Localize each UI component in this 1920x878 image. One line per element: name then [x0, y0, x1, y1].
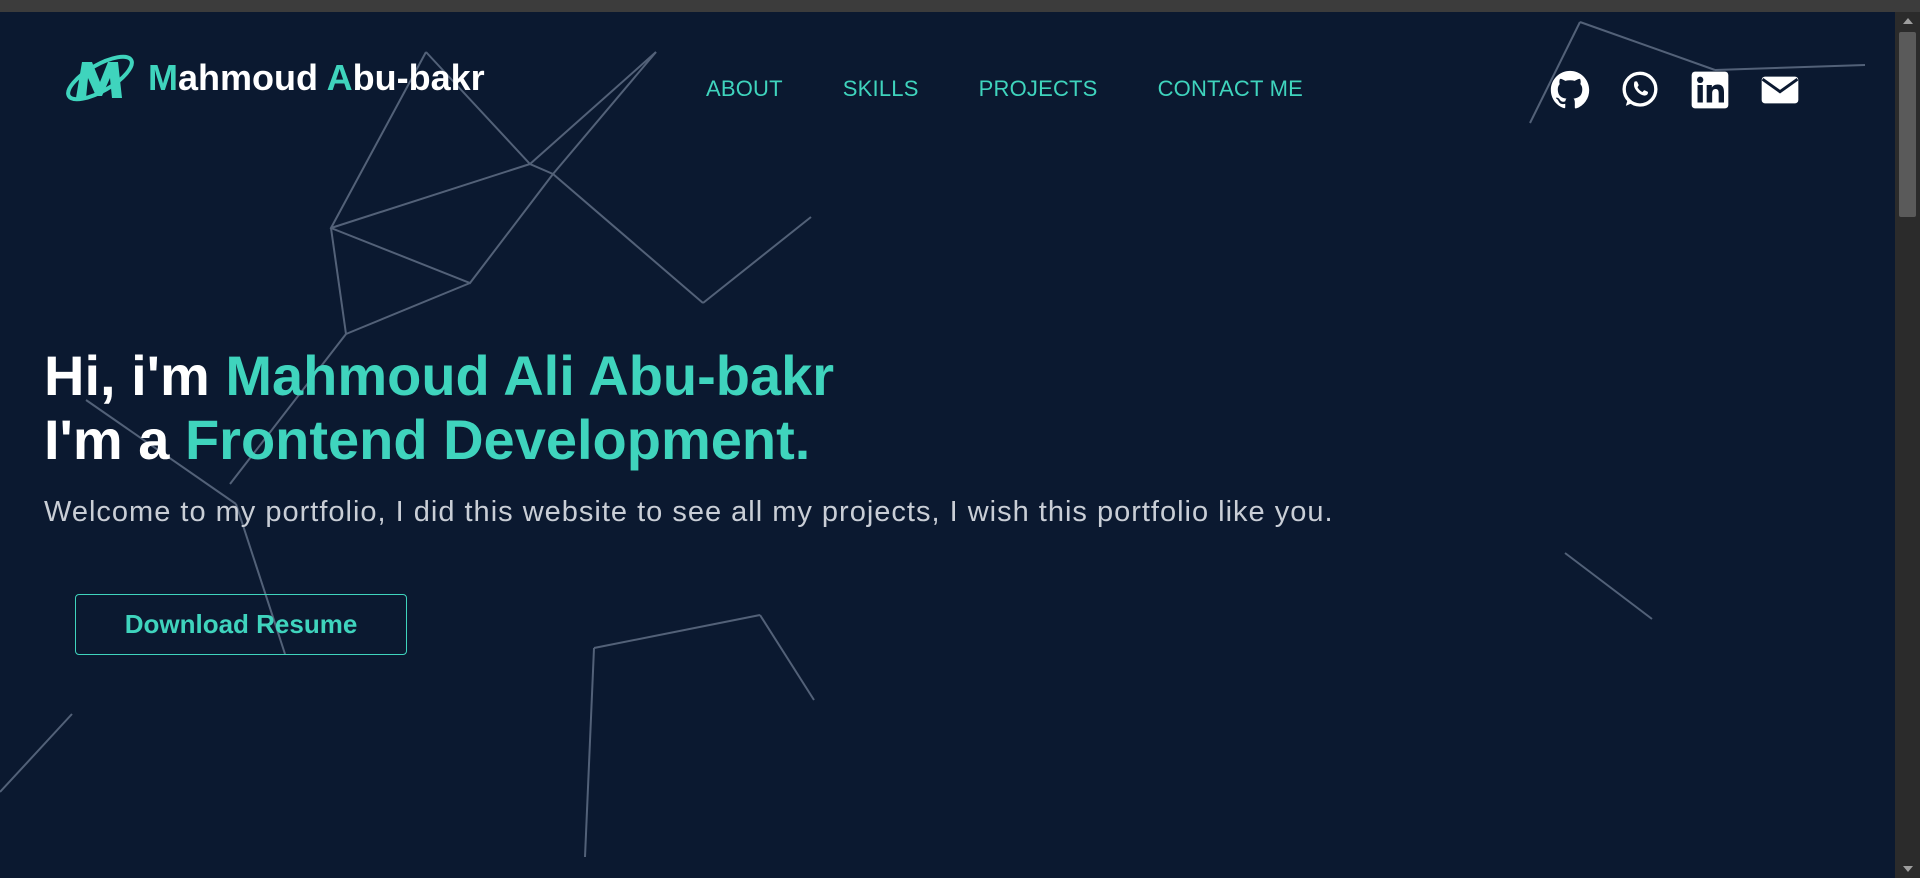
nav-contact-me[interactable]: CONTACT ME	[1158, 76, 1303, 102]
hero-subtitle: Welcome to my portfolio, I did this webs…	[44, 496, 1334, 528]
github-icon[interactable]	[1550, 70, 1590, 110]
logo-initial-first: M	[148, 57, 178, 98]
logo-last-rest: bu-bakr	[352, 57, 485, 98]
social-links	[1550, 70, 1800, 110]
scroll-up-arrow-icon[interactable]	[1903, 18, 1913, 24]
linkedin-icon[interactable]	[1690, 70, 1730, 110]
logo-m-icon	[66, 54, 134, 102]
hero-greeting: Hi, i'm	[44, 344, 226, 407]
hero-role: Frontend Development.	[184, 408, 811, 471]
hero-role-prefix: I'm a	[44, 408, 185, 471]
site-logo[interactable]: Mahmoud Abu-bakr	[62, 48, 485, 108]
logo-initial-last: A	[326, 57, 353, 98]
logo-first-rest: ahmoud	[178, 57, 327, 98]
hero-name: Mahmoud Ali Abu-bakr	[225, 344, 835, 407]
hero-heading: Hi, i'm Mahmoud Ali Abu-bakr I'm a Front…	[44, 344, 1334, 472]
page: Mahmoud Abu-bakr ABOUT SKILLS PROJECTS C…	[0, 12, 1895, 878]
whatsapp-icon[interactable]	[1620, 70, 1660, 110]
nav-about[interactable]: ABOUT	[706, 76, 783, 102]
browser-top-bar	[0, 0, 1920, 12]
nav-projects[interactable]: PROJECTS	[979, 76, 1098, 102]
vertical-scrollbar[interactable]	[1895, 12, 1920, 878]
nav-skills[interactable]: SKILLS	[843, 76, 919, 102]
envelope-icon[interactable]	[1760, 70, 1800, 110]
scroll-down-arrow-icon[interactable]	[1903, 866, 1913, 872]
download-resume-button[interactable]: Download Resume	[75, 594, 407, 655]
scrollbar-thumb[interactable]	[1899, 32, 1916, 217]
hero-section: Hi, i'm Mahmoud Ali Abu-bakr I'm a Front…	[44, 344, 1334, 529]
main-nav: ABOUT SKILLS PROJECTS CONTACT ME	[706, 76, 1303, 102]
logo-text: Mahmoud Abu-bakr	[148, 57, 485, 99]
